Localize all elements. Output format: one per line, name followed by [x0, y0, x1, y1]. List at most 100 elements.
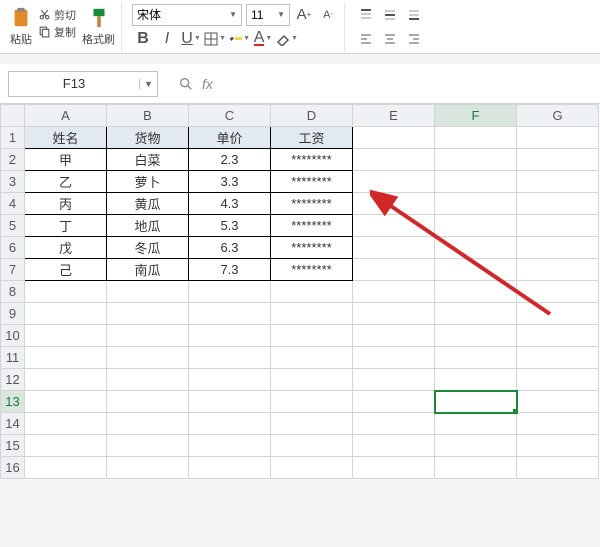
row-header-15[interactable]: 15	[1, 435, 25, 457]
cell-B3[interactable]: 萝卜	[107, 171, 189, 193]
cell-F16[interactable]	[435, 457, 517, 479]
cell-F15[interactable]	[435, 435, 517, 457]
cell-D8[interactable]	[271, 281, 353, 303]
row-header-11[interactable]: 11	[1, 347, 25, 369]
row-header-9[interactable]: 9	[1, 303, 25, 325]
cell-C7[interactable]: 7.3	[189, 259, 271, 281]
cell-F10[interactable]	[435, 325, 517, 347]
align-left-button[interactable]	[355, 28, 377, 50]
cell-B13[interactable]	[107, 391, 189, 413]
cell-A11[interactable]	[25, 347, 107, 369]
cell-D14[interactable]	[271, 413, 353, 435]
cell-E1[interactable]	[353, 127, 435, 149]
name-box[interactable]: F13 ▼	[8, 71, 158, 97]
underline-button[interactable]: U▼	[180, 28, 202, 50]
cell-G6[interactable]	[517, 237, 599, 259]
row-header-4[interactable]: 4	[1, 193, 25, 215]
cell-F11[interactable]	[435, 347, 517, 369]
cell-E6[interactable]	[353, 237, 435, 259]
cell-D6[interactable]: ********	[271, 237, 353, 259]
cell-B5[interactable]: 地瓜	[107, 215, 189, 237]
cell-B7[interactable]: 南瓜	[107, 259, 189, 281]
row-header-13[interactable]: 13	[1, 391, 25, 413]
cell-C8[interactable]	[189, 281, 271, 303]
cell-B6[interactable]: 冬瓜	[107, 237, 189, 259]
cell-E10[interactable]	[353, 325, 435, 347]
cell-G10[interactable]	[517, 325, 599, 347]
column-header-C[interactable]: C	[189, 105, 271, 127]
cell-G11[interactable]	[517, 347, 599, 369]
cell-E9[interactable]	[353, 303, 435, 325]
cell-B8[interactable]	[107, 281, 189, 303]
cell-B12[interactable]	[107, 369, 189, 391]
cell-F3[interactable]	[435, 171, 517, 193]
align-top-button[interactable]	[355, 4, 377, 26]
cell-E7[interactable]	[353, 259, 435, 281]
cell-D3[interactable]: ********	[271, 171, 353, 193]
cell-F13[interactable]	[435, 391, 517, 413]
paste-button[interactable]: 粘贴	[10, 7, 32, 47]
increase-font-button[interactable]: A+	[294, 4, 314, 26]
cell-E4[interactable]	[353, 193, 435, 215]
cut-button[interactable]: 剪切	[38, 7, 76, 23]
cell-D2[interactable]: ********	[271, 149, 353, 171]
cell-F8[interactable]	[435, 281, 517, 303]
cell-C9[interactable]	[189, 303, 271, 325]
spreadsheet-grid[interactable]: ABCDEFG1姓名货物单价工资2甲白菜2.3********3乙萝卜3.3**…	[0, 104, 600, 479]
cell-B1[interactable]: 货物	[107, 127, 189, 149]
cell-G13[interactable]	[517, 391, 599, 413]
cell-B16[interactable]	[107, 457, 189, 479]
name-box-dropdown[interactable]: ▼	[139, 79, 157, 89]
cell-A1[interactable]: 姓名	[25, 127, 107, 149]
cell-D15[interactable]	[271, 435, 353, 457]
cell-G9[interactable]	[517, 303, 599, 325]
bold-button[interactable]: B	[132, 28, 154, 50]
cell-D1[interactable]: 工资	[271, 127, 353, 149]
cell-C1[interactable]: 单价	[189, 127, 271, 149]
font-name-select[interactable]: 宋体 ▼	[132, 4, 242, 26]
cell-B4[interactable]: 黄瓜	[107, 193, 189, 215]
cell-G3[interactable]	[517, 171, 599, 193]
cell-B15[interactable]	[107, 435, 189, 457]
cell-F9[interactable]	[435, 303, 517, 325]
cell-D10[interactable]	[271, 325, 353, 347]
cell-G15[interactable]	[517, 435, 599, 457]
cell-F1[interactable]	[435, 127, 517, 149]
cell-A9[interactable]	[25, 303, 107, 325]
cell-A7[interactable]: 己	[25, 259, 107, 281]
cell-E16[interactable]	[353, 457, 435, 479]
column-header-E[interactable]: E	[353, 105, 435, 127]
column-header-D[interactable]: D	[271, 105, 353, 127]
cell-A6[interactable]: 戊	[25, 237, 107, 259]
column-header-G[interactable]: G	[517, 105, 599, 127]
row-header-1[interactable]: 1	[1, 127, 25, 149]
cell-B2[interactable]: 白菜	[107, 149, 189, 171]
row-header-12[interactable]: 12	[1, 369, 25, 391]
font-size-select[interactable]: 11 ▼	[246, 4, 290, 26]
cell-A8[interactable]	[25, 281, 107, 303]
cell-G2[interactable]	[517, 149, 599, 171]
cell-D7[interactable]: ********	[271, 259, 353, 281]
cell-E2[interactable]	[353, 149, 435, 171]
cell-E13[interactable]	[353, 391, 435, 413]
cell-C5[interactable]: 5.3	[189, 215, 271, 237]
cell-D12[interactable]	[271, 369, 353, 391]
row-header-8[interactable]: 8	[1, 281, 25, 303]
cell-B10[interactable]	[107, 325, 189, 347]
cell-F7[interactable]	[435, 259, 517, 281]
cell-G4[interactable]	[517, 193, 599, 215]
cell-C16[interactable]	[189, 457, 271, 479]
cell-F4[interactable]	[435, 193, 517, 215]
cell-D9[interactable]	[271, 303, 353, 325]
align-right-button[interactable]	[403, 28, 425, 50]
cell-G14[interactable]	[517, 413, 599, 435]
cell-A12[interactable]	[25, 369, 107, 391]
format-painter-button[interactable]: 格式刷	[82, 7, 115, 47]
cell-E12[interactable]	[353, 369, 435, 391]
cell-C10[interactable]	[189, 325, 271, 347]
search-icon[interactable]	[178, 76, 194, 92]
cell-G8[interactable]	[517, 281, 599, 303]
cell-E5[interactable]	[353, 215, 435, 237]
align-center-button[interactable]	[379, 28, 401, 50]
row-header-7[interactable]: 7	[1, 259, 25, 281]
